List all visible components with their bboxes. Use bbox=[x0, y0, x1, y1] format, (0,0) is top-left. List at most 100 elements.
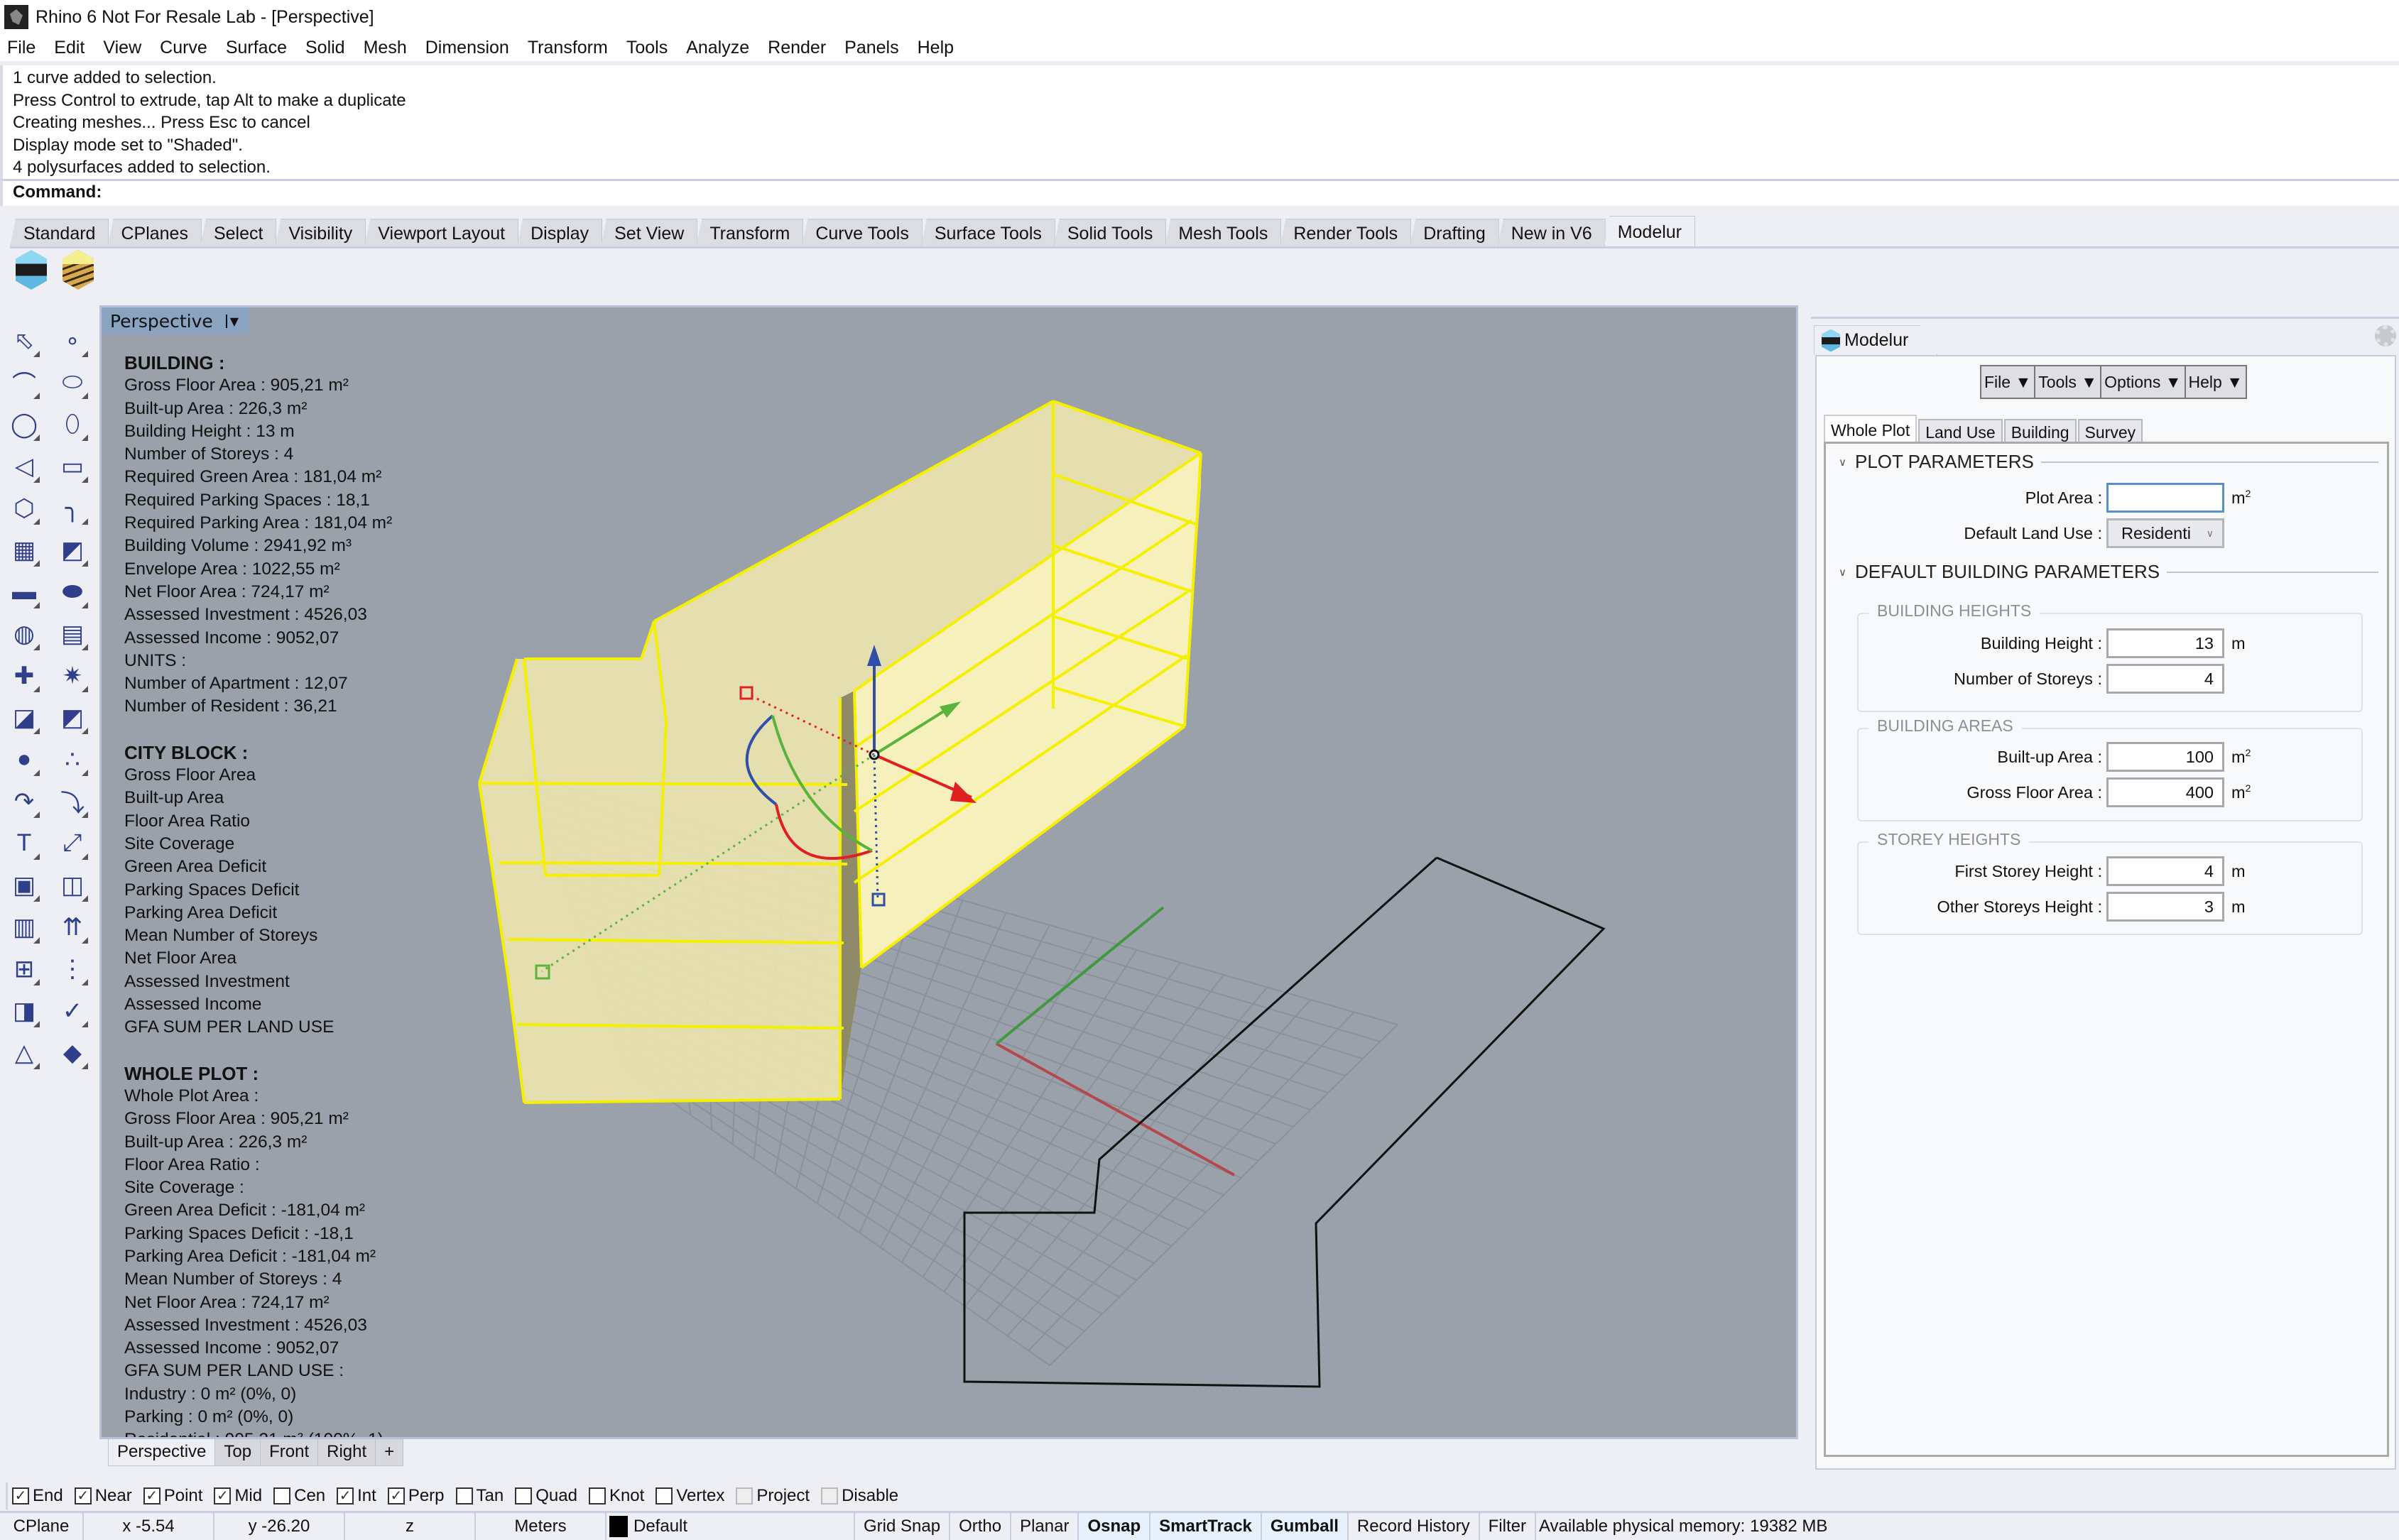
checkbox[interactable] bbox=[736, 1487, 754, 1504]
group-icon[interactable]: ▣ bbox=[0, 864, 48, 906]
panel-tab-land-use[interactable]: Land Use bbox=[1918, 419, 2003, 443]
cplane-indicator[interactable]: CPlane bbox=[0, 1513, 84, 1540]
viewport-tab-right[interactable]: Right bbox=[317, 1439, 376, 1466]
menu-surface[interactable]: Surface bbox=[226, 38, 287, 58]
checkbox[interactable] bbox=[588, 1487, 606, 1504]
menu-mesh[interactable]: Mesh bbox=[364, 38, 407, 58]
render-light-icon[interactable]: ◆ bbox=[48, 1032, 97, 1074]
trim-icon[interactable]: ◪ bbox=[0, 697, 48, 738]
toolbar-tab-set-view[interactable]: Set View bbox=[601, 219, 698, 247]
viewport-menu-caret-icon[interactable]: ▼ bbox=[225, 314, 239, 328]
checkbox[interactable] bbox=[655, 1487, 673, 1504]
osnap-quad[interactable]: Quad bbox=[515, 1486, 577, 1506]
fillet-curve-icon[interactable]: ╮ bbox=[48, 487, 97, 529]
toolbar-tab-render-tools[interactable]: Render Tools bbox=[1280, 219, 1412, 247]
circle-icon[interactable]: ◯ bbox=[0, 403, 48, 445]
point-icon[interactable]: ∘ bbox=[48, 320, 97, 361]
panel-tab-whole-plot[interactable]: Whole Plot bbox=[1824, 415, 1917, 443]
sphere-icon[interactable]: ⬬ bbox=[48, 571, 97, 613]
status-toggle-ortho[interactable]: Ortho bbox=[950, 1513, 1012, 1540]
osnap-near[interactable]: ✓ Near bbox=[74, 1486, 132, 1506]
osnap-perp[interactable]: ✓ Perp bbox=[387, 1486, 445, 1506]
toolbar-tab-visibility[interactable]: Visibility bbox=[275, 219, 366, 247]
panel-menu-tools[interactable]: Tools ▼ bbox=[2035, 366, 2102, 398]
toolbar-tab-transform[interactable]: Transform bbox=[696, 219, 804, 247]
status-toggle-grid-snap[interactable]: Grid Snap bbox=[855, 1513, 951, 1540]
menu-tools[interactable]: Tools bbox=[626, 38, 668, 58]
menu-dimension[interactable]: Dimension bbox=[425, 38, 509, 58]
status-toggle-osnap[interactable]: Osnap bbox=[1079, 1513, 1151, 1540]
menu-edit[interactable]: Edit bbox=[54, 38, 85, 58]
boolean-objects-icon[interactable]: ∴ bbox=[48, 738, 97, 780]
toolbar-tab-new-in-v6[interactable]: New in V6 bbox=[1497, 219, 1606, 247]
solid-edit-icon[interactable]: ▥ bbox=[0, 906, 48, 948]
explode-icon[interactable]: ✷ bbox=[48, 655, 97, 697]
checkbox[interactable] bbox=[273, 1487, 291, 1504]
command-prompt[interactable]: Command: bbox=[0, 179, 2399, 206]
status-toggle-record-history[interactable]: Record History bbox=[1349, 1513, 1480, 1540]
menu-transform[interactable]: Transform bbox=[528, 38, 608, 58]
align-icon[interactable]: ⋮ bbox=[48, 948, 97, 990]
menu-panels[interactable]: Panels bbox=[844, 38, 898, 58]
menu-help[interactable]: Help bbox=[918, 38, 954, 58]
mesh-plane-icon[interactable]: ▤ bbox=[48, 613, 97, 655]
units-indicator[interactable]: Meters bbox=[476, 1513, 606, 1540]
menu-file[interactable]: File bbox=[7, 38, 36, 58]
land-use-select[interactable]: Residenti ∨ bbox=[2106, 518, 2224, 548]
polygon-icon[interactable]: ⬡ bbox=[0, 487, 48, 529]
osnap-mid[interactable]: ✓ Mid bbox=[214, 1486, 262, 1506]
extrude-faces-icon[interactable]: ⇈ bbox=[48, 906, 97, 948]
layers-icon[interactable] bbox=[62, 250, 94, 290]
toolbar-tab-mesh-tools[interactable]: Mesh Tools bbox=[1165, 219, 1282, 247]
osnap-cen[interactable]: Cen bbox=[273, 1486, 325, 1506]
other-storeys-input[interactable]: 3 bbox=[2106, 892, 2224, 922]
osnap-tan[interactable]: Tan bbox=[455, 1486, 504, 1506]
checkbox[interactable]: ✓ bbox=[12, 1487, 29, 1504]
status-toggle-gumball[interactable]: Gumball bbox=[1261, 1513, 1349, 1540]
ellipse-icon[interactable]: ⬯ bbox=[48, 403, 97, 445]
status-toggle-filter[interactable]: Filter bbox=[1480, 1513, 1536, 1540]
toolbar-tab-display[interactable]: Display bbox=[517, 219, 603, 247]
chevron-down-icon[interactable]: ∨ bbox=[1839, 456, 1846, 469]
add-viewport-icon[interactable]: + bbox=[375, 1439, 404, 1466]
menu-view[interactable]: View bbox=[103, 38, 141, 58]
panel-menu-options[interactable]: Options ▼ bbox=[2101, 366, 2186, 398]
text-icon[interactable]: T bbox=[0, 822, 48, 864]
toolbar-tab-drafting[interactable]: Drafting bbox=[1410, 219, 1499, 247]
building-parameters-header[interactable]: ∨ DEFAULT BUILDING PARAMETERS bbox=[1839, 561, 2378, 583]
panel-menu-file[interactable]: File ▼ bbox=[1981, 366, 2036, 398]
block-icon[interactable]: ◫ bbox=[48, 864, 97, 906]
checkbox[interactable]: ✓ bbox=[74, 1487, 92, 1504]
surface-from-points-icon[interactable]: ▦ bbox=[0, 529, 48, 571]
toolbar-tab-modelur[interactable]: Modelur bbox=[1604, 216, 1696, 247]
menu-render[interactable]: Render bbox=[768, 38, 826, 58]
cylinder-cap-icon[interactable]: ◍ bbox=[0, 613, 48, 655]
box-icon[interactable]: ▬ bbox=[0, 571, 48, 613]
osnap-int[interactable]: ✓ Int bbox=[337, 1486, 376, 1506]
toolbar-tab-select[interactable]: Select bbox=[200, 219, 277, 247]
checkbox[interactable]: ✓ bbox=[143, 1487, 161, 1504]
building-height-input[interactable]: 13 bbox=[2106, 628, 2224, 658]
toolbar-tab-solid-tools[interactable]: Solid Tools bbox=[1053, 219, 1167, 247]
layer-indicator[interactable]: Default bbox=[606, 1513, 855, 1540]
extrude-surface-icon[interactable]: ◩ bbox=[48, 529, 97, 571]
polyline-icon[interactable]: ⌒ bbox=[0, 361, 48, 403]
perspective-viewport[interactable]: Perspective ▼ BUILDING : Gross Floor Area… bbox=[99, 305, 1798, 1439]
plot-area-input[interactable] bbox=[2106, 483, 2224, 513]
chevron-down-icon[interactable]: ∨ bbox=[1839, 566, 1846, 579]
checkbox[interactable] bbox=[821, 1487, 839, 1504]
osnap-end[interactable]: ✓ End bbox=[12, 1486, 63, 1506]
modelur-icon[interactable] bbox=[16, 250, 47, 290]
render-objects-icon[interactable]: △ bbox=[0, 1032, 48, 1074]
boolean-union-icon[interactable]: ● bbox=[0, 738, 48, 780]
edit-points-icon[interactable]: ↷ bbox=[0, 780, 48, 822]
viewport-label[interactable]: Perspective ▼ bbox=[102, 307, 249, 334]
panel-tab-modelur[interactable]: Modelur bbox=[1814, 325, 1938, 355]
arc-icon[interactable]: ◁ bbox=[0, 445, 48, 487]
toolbar-tab-standard[interactable]: Standard bbox=[10, 219, 109, 247]
rebuild-curve-icon[interactable]: ⤵ bbox=[48, 780, 97, 822]
viewport-tab-top[interactable]: Top bbox=[214, 1439, 261, 1466]
gfa-input[interactable]: 400 bbox=[2106, 777, 2224, 807]
viewport-tab-front[interactable]: Front bbox=[260, 1439, 319, 1466]
plot-parameters-header[interactable]: ∨ PLOT PARAMETERS bbox=[1839, 451, 2378, 473]
